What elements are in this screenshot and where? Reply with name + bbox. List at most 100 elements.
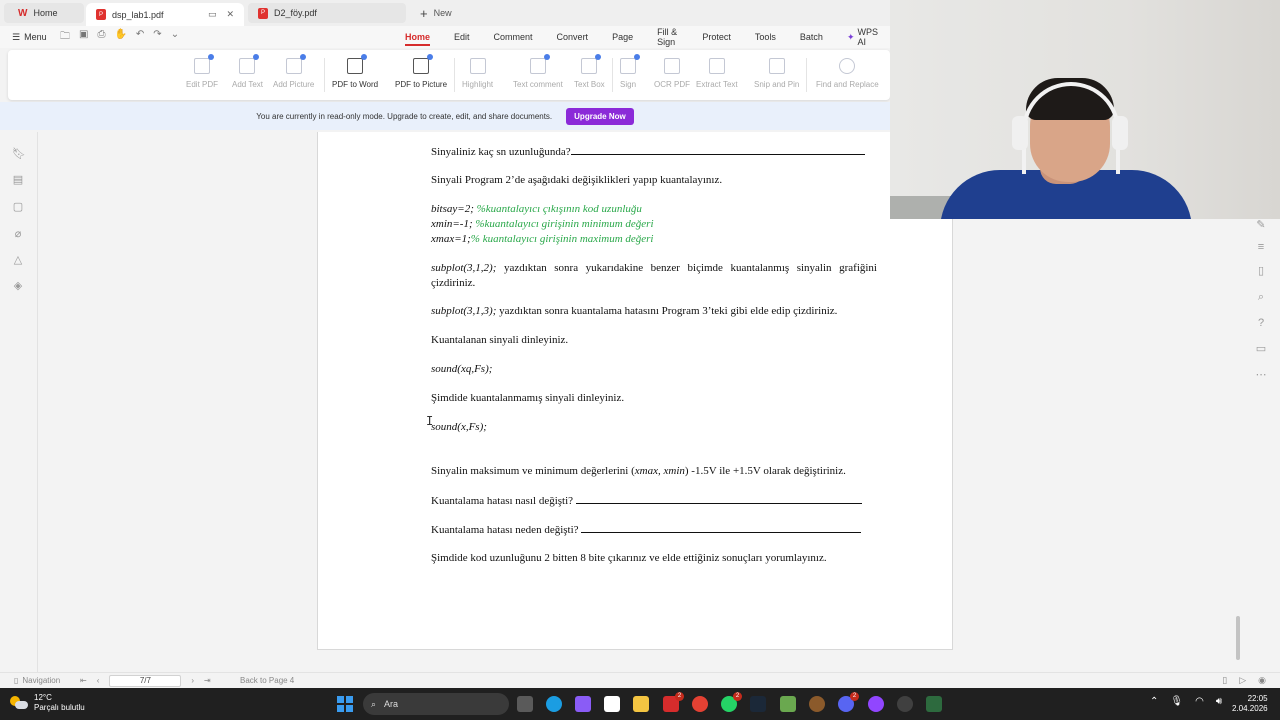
quick-access-icons: 🗀 ▣ ⎙ ✋ ↶ ↷ ⌄: [56, 29, 179, 46]
chevron-up-icon[interactable]: ⌃: [1150, 696, 1158, 707]
left-sidebar: 🔖︎ ▤ ▢ ⌀ △ ◈: [0, 132, 38, 672]
signature-icon[interactable]: △: [12, 254, 24, 266]
question-signal-length: Sinyaliniz kaç sn uzunluğunda?: [431, 145, 865, 158]
tab-home[interactable]: W Home: [4, 3, 84, 23]
status-bar: ▯ Navigation ⇤ ‹ 7/7 › ⇥ Back to Page 4 …: [0, 672, 1280, 688]
page-number-input[interactable]: 7/7: [109, 674, 182, 687]
reading-mode-icon[interactable]: ▯: [1222, 675, 1227, 686]
bookmark-icon[interactable]: 🔖︎: [12, 148, 26, 160]
taskbar-search[interactable]: ⌕ Ara: [363, 693, 509, 715]
help-icon[interactable]: ?: [1254, 316, 1268, 330]
ribbon-tab-home[interactable]: Home: [393, 26, 442, 48]
game-icon[interactable]: [809, 696, 825, 712]
copilot-icon[interactable]: [575, 696, 591, 712]
sign-button[interactable]: Sign: [620, 54, 640, 89]
pdf-to-word-button[interactable]: PDF to Word: [332, 54, 378, 89]
question-how-changed-text: Kuantalama hatası nasıl değişti?: [431, 495, 574, 507]
battery-app-icon[interactable]: [926, 696, 942, 712]
steam-icon[interactable]: [750, 696, 766, 712]
ribbon-tab-wps-ai[interactable]: ✦ WPS AI: [835, 26, 890, 48]
upgrade-now-button[interactable]: Upgrade Now: [566, 107, 634, 125]
wifi-icon[interactable]: ◠: [1195, 696, 1204, 707]
wps-office-icon[interactable]: 2: [663, 692, 684, 712]
store-icon[interactable]: [604, 696, 620, 712]
ribbon-tab-edit[interactable]: Edit: [442, 26, 482, 48]
comments-icon[interactable]: ▢: [12, 201, 24, 213]
hand-tool-icon[interactable]: ✋: [114, 29, 126, 46]
ocr-icon: [664, 58, 680, 74]
question-how-changed: Kuantalama hatası nasıl değişti?: [431, 494, 862, 507]
layers-icon[interactable]: ◈: [12, 280, 24, 292]
snip-and-pin-button[interactable]: Snip and Pin: [754, 58, 799, 89]
back-to-page-link[interactable]: Back to Page 4: [240, 676, 294, 685]
print-icon[interactable]: ⎙: [97, 29, 105, 46]
edge-browser-icon[interactable]: [546, 696, 562, 712]
main-menu-button[interactable]: ☰ Menu: [0, 32, 56, 43]
more-icon[interactable]: ⋯: [1254, 368, 1268, 382]
subplot312-text: yazdıktan sonra yukarıdakine benzer biçi…: [431, 262, 877, 289]
new-tab-button[interactable]: + New: [406, 0, 452, 26]
navigation-toggle[interactable]: ▯ Navigation: [14, 676, 60, 685]
next-page-icon[interactable]: ›: [191, 676, 194, 685]
add-picture-label: Add Picture: [273, 80, 315, 89]
chevron-down-icon[interactable]: ⌄: [171, 29, 179, 46]
volume-icon[interactable]: 🔊︎: [1216, 696, 1222, 707]
redo-icon[interactable]: ↷: [153, 29, 161, 46]
edit-pen-icon[interactable]: ✎: [1254, 218, 1268, 232]
properties-icon[interactable]: ≡: [1254, 240, 1268, 254]
ribbon-tab-tools[interactable]: Tools: [743, 26, 788, 48]
open-folder-icon[interactable]: 🗀: [60, 29, 70, 46]
pdf-to-picture-button[interactable]: PDF to Picture: [395, 54, 447, 89]
tab-window-icon[interactable]: ▭: [208, 9, 217, 20]
extract-text-button[interactable]: Extract Text: [696, 58, 738, 89]
save-icon[interactable]: ▣: [79, 29, 88, 46]
ribbon-tab-convert[interactable]: Convert: [545, 26, 601, 48]
microphone-icon[interactable]: 🎙︎: [1170, 696, 1183, 707]
add-text-button[interactable]: Add Text: [232, 54, 263, 89]
tab-d2-foy[interactable]: P D2_föy.pdf: [248, 3, 406, 23]
last-page-icon[interactable]: ⇥: [204, 676, 211, 685]
weather-widget[interactable]: 12°C Parçalı bulutlu: [10, 693, 85, 713]
search-icon[interactable]: ⌕: [1254, 290, 1268, 304]
find-and-replace-button[interactable]: Find and Replace: [816, 58, 879, 89]
ribbon-tab-comment[interactable]: Comment: [482, 26, 545, 48]
edit-pdf-button[interactable]: Edit PDF: [186, 54, 218, 89]
tab-inactive-label: D2_föy.pdf: [274, 8, 317, 18]
text-box-button[interactable]: Text Box: [574, 54, 605, 89]
tab-dsp-lab1[interactable]: P dsp_lab1.pdf ▭ ✕: [86, 3, 244, 26]
ribbon-tab-protect[interactable]: Protect: [690, 26, 743, 48]
task-view-icon[interactable]: [517, 696, 533, 712]
discord-icon[interactable]: 2: [838, 692, 859, 712]
file-explorer-icon[interactable]: [633, 696, 649, 712]
panel-icon[interactable]: ▭: [1254, 342, 1268, 356]
first-page-icon[interactable]: ⇤: [80, 676, 87, 685]
page-icon[interactable]: ▯: [1254, 264, 1268, 278]
ribbon-tabs: Home Edit Comment Convert Page Fill & Si…: [393, 26, 890, 48]
minecraft-icon[interactable]: [780, 696, 796, 712]
add-picture-button[interactable]: Add Picture: [273, 54, 315, 89]
eye-icon[interactable]: ◉: [1258, 675, 1266, 686]
ocr-pdf-button[interactable]: OCR PDF: [654, 58, 690, 89]
tab-close-icon[interactable]: ✕: [226, 9, 234, 20]
obs-icon[interactable]: [868, 696, 884, 712]
scrollbar-thumb[interactable]: [1236, 616, 1240, 660]
taskbar-clock[interactable]: 22:05 2.04.2026: [1232, 694, 1268, 714]
prev-page-icon[interactable]: ‹: [97, 676, 100, 685]
attachment-icon[interactable]: ⌀: [12, 228, 24, 240]
chrome-icon[interactable]: [692, 696, 708, 712]
windows-start-icon[interactable]: [337, 696, 353, 712]
ribbon-tab-batch[interactable]: Batch: [788, 26, 835, 48]
thumbnails-icon[interactable]: ▤: [12, 174, 24, 186]
app-icon[interactable]: [897, 696, 913, 712]
discord-badge: 2: [850, 692, 859, 701]
ribbon-tab-page[interactable]: Page: [600, 26, 645, 48]
whatsapp-icon[interactable]: 2: [721, 692, 742, 712]
instruction-program2: Sinyali Program 2’de aşağıdaki değişikli…: [431, 174, 723, 186]
navigation-panel-icon: ▯: [14, 676, 19, 685]
play-icon[interactable]: ▷: [1239, 675, 1246, 686]
ribbon-tab-fill-sign[interactable]: Fill & Sign: [645, 26, 690, 48]
undo-icon[interactable]: ↶: [136, 29, 144, 46]
change-max-min-part-a: Sinyalin maksimum ve minimum değerlerini…: [431, 465, 635, 477]
highlight-button[interactable]: Highlight: [462, 58, 493, 89]
text-comment-button[interactable]: Text comment: [513, 54, 563, 89]
